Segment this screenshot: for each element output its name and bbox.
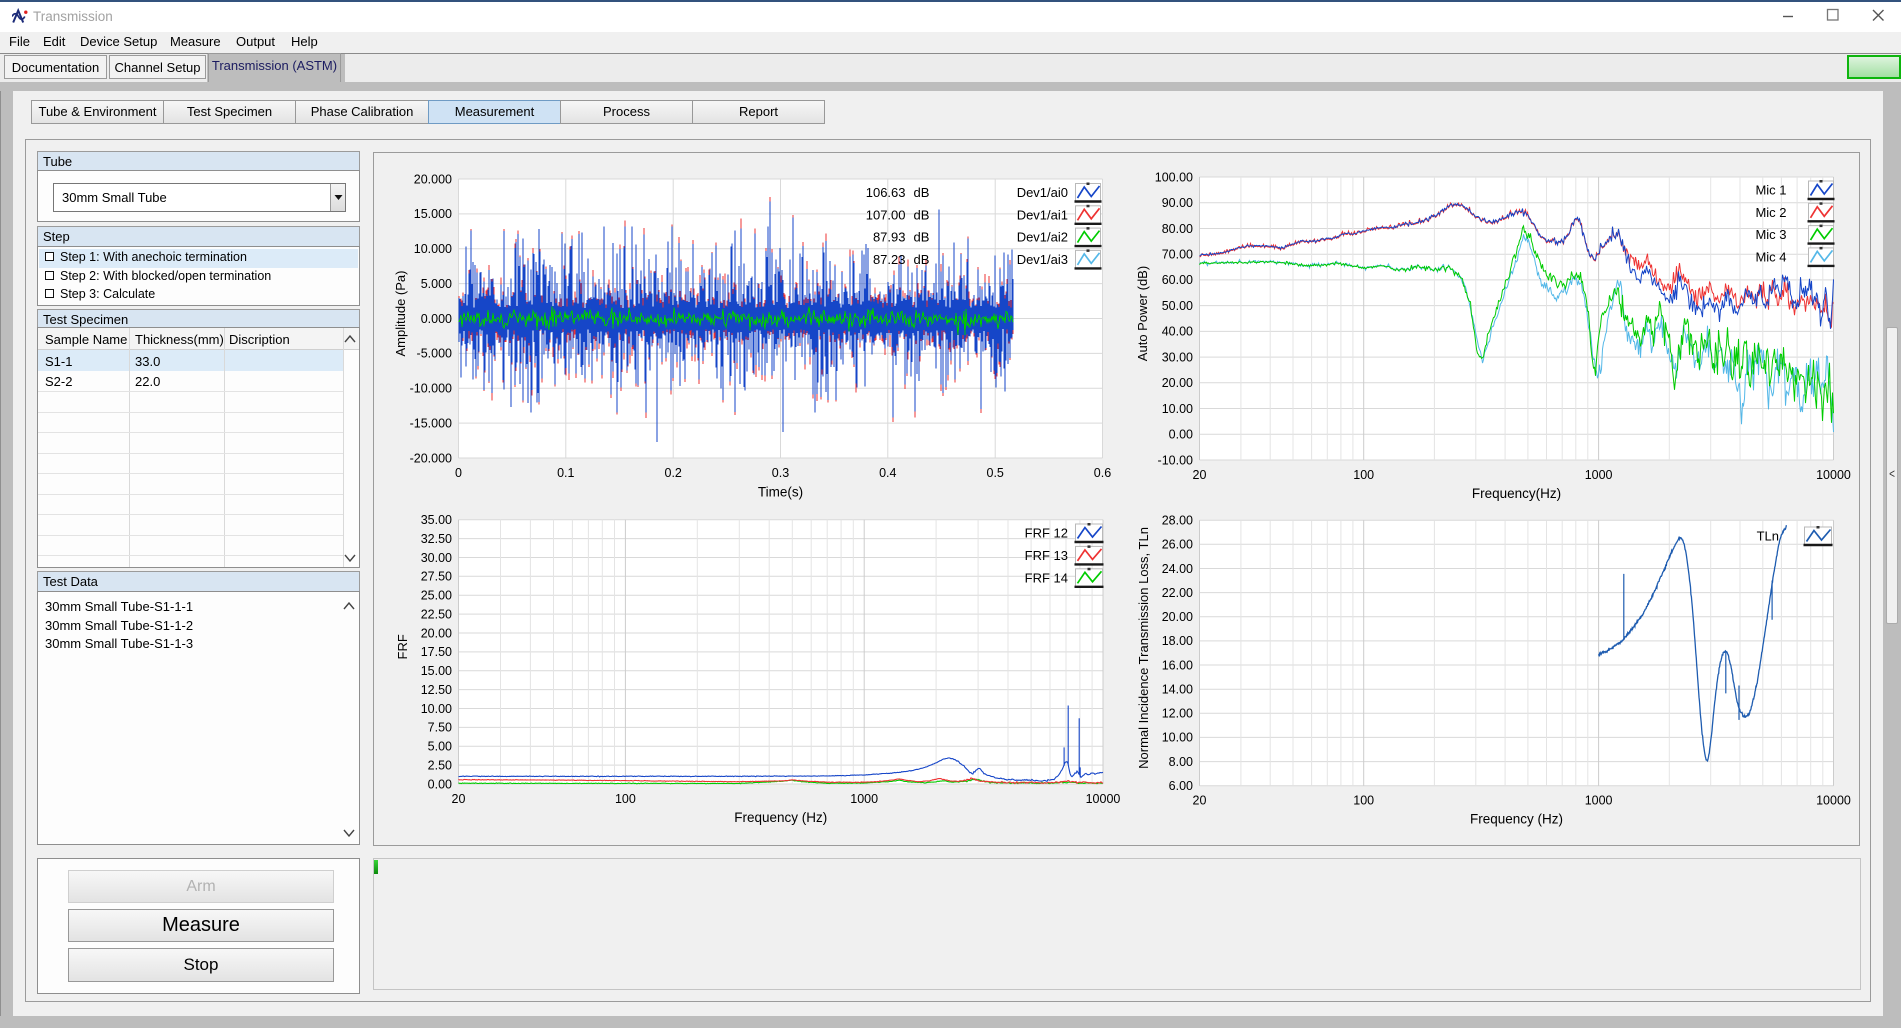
- svg-text:87.23: 87.23: [872, 252, 905, 267]
- svg-text:TLn: TLn: [1756, 529, 1778, 544]
- svg-text:50.00: 50.00: [1161, 299, 1192, 313]
- svg-text:10000: 10000: [1816, 468, 1851, 482]
- svg-text:dB: dB: [913, 185, 929, 200]
- svg-text:0: 0: [455, 466, 462, 480]
- svg-text:22.00: 22.00: [1161, 586, 1192, 600]
- svg-text:106.63: 106.63: [865, 185, 905, 200]
- svg-text:Frequency (Hz): Frequency (Hz): [1469, 812, 1562, 827]
- svg-text:20.00: 20.00: [1161, 610, 1192, 624]
- svg-text:10.00: 10.00: [1161, 731, 1192, 745]
- svg-text:-15.000: -15.000: [409, 416, 451, 430]
- svg-text:30.00: 30.00: [1161, 350, 1192, 364]
- svg-text:35.00: 35.00: [420, 513, 451, 527]
- svg-text:15.00: 15.00: [420, 664, 451, 678]
- svg-text:10000: 10000: [1816, 794, 1851, 808]
- svg-text:20.00: 20.00: [1161, 376, 1192, 390]
- svg-text:Mic 3: Mic 3: [1755, 227, 1786, 242]
- svg-text:-10.00: -10.00: [1157, 453, 1192, 467]
- svg-text:-10.000: -10.000: [409, 382, 451, 396]
- svg-text:0.3: 0.3: [771, 466, 788, 480]
- svg-text:2.50: 2.50: [427, 758, 451, 772]
- svg-text:Dev1/ai2: Dev1/ai2: [1016, 230, 1067, 245]
- svg-text:0.000: 0.000: [420, 312, 451, 326]
- svg-text:100: 100: [1353, 468, 1374, 482]
- svg-text:80.00: 80.00: [1161, 222, 1192, 236]
- svg-text:dB: dB: [913, 252, 929, 267]
- svg-text:0.2: 0.2: [664, 466, 681, 480]
- svg-text:Dev1/ai0: Dev1/ai0: [1016, 185, 1067, 200]
- svg-text:25.00: 25.00: [420, 589, 451, 603]
- svg-text:Frequency (Hz): Frequency (Hz): [734, 810, 827, 825]
- svg-text:70.00: 70.00: [1161, 248, 1192, 262]
- svg-text:20: 20: [1192, 794, 1206, 808]
- svg-text:dB: dB: [913, 207, 929, 222]
- svg-text:12.50: 12.50: [420, 683, 451, 697]
- svg-text:1000: 1000: [1584, 468, 1612, 482]
- svg-text:8.00: 8.00: [1168, 755, 1192, 769]
- svg-text:-5.000: -5.000: [416, 347, 451, 361]
- svg-text:32.50: 32.50: [420, 532, 451, 546]
- svg-text:28.00: 28.00: [1161, 514, 1192, 528]
- svg-text:22.50: 22.50: [420, 607, 451, 621]
- svg-text:60.00: 60.00: [1161, 273, 1192, 287]
- svg-text:10.000: 10.000: [413, 242, 451, 256]
- svg-text:90.00: 90.00: [1161, 196, 1192, 210]
- svg-text:1000: 1000: [850, 792, 878, 806]
- svg-text:FRF 13: FRF 13: [1024, 548, 1067, 563]
- svg-text:20.00: 20.00: [420, 626, 451, 640]
- svg-text:20.000: 20.000: [413, 172, 451, 186]
- svg-text:Amplitude (Pa): Amplitude (Pa): [393, 271, 408, 357]
- svg-text:0.4: 0.4: [879, 466, 896, 480]
- svg-text:10.00: 10.00: [1161, 402, 1192, 416]
- svg-text:87.93: 87.93: [872, 230, 905, 245]
- svg-text:Mic 1: Mic 1: [1755, 183, 1786, 198]
- svg-text:5.000: 5.000: [420, 277, 451, 291]
- svg-text:5.00: 5.00: [427, 740, 451, 754]
- svg-text:100: 100: [614, 792, 635, 806]
- svg-text:107.00: 107.00: [865, 207, 905, 222]
- svg-text:20: 20: [1192, 468, 1206, 482]
- svg-text:17.50: 17.50: [420, 645, 451, 659]
- svg-text:Time(s): Time(s): [757, 485, 802, 500]
- svg-text:27.50: 27.50: [420, 570, 451, 584]
- svg-text:Mic 4: Mic 4: [1755, 249, 1786, 264]
- svg-text:1000: 1000: [1584, 794, 1612, 808]
- svg-text:100.00: 100.00: [1154, 170, 1192, 184]
- svg-text:24.00: 24.00: [1161, 562, 1192, 576]
- svg-text:6.00: 6.00: [1168, 779, 1192, 793]
- svg-text:-20.000: -20.000: [409, 451, 451, 465]
- svg-text:0.00: 0.00: [1168, 428, 1192, 442]
- svg-text:100: 100: [1353, 794, 1374, 808]
- svg-text:Dev1/ai3: Dev1/ai3: [1016, 252, 1067, 267]
- svg-text:15.000: 15.000: [413, 207, 451, 221]
- svg-text:Normal Incidence Transmission: Normal Incidence Transmission Loss, TLn: [1136, 527, 1151, 769]
- svg-text:Frequency(Hz): Frequency(Hz): [1471, 486, 1560, 501]
- svg-text:Dev1/ai1: Dev1/ai1: [1016, 207, 1067, 222]
- svg-text:12.00: 12.00: [1161, 707, 1192, 721]
- svg-text:Auto Power (dB): Auto Power (dB): [1135, 266, 1150, 361]
- svg-text:20: 20: [451, 792, 465, 806]
- svg-text:0.00: 0.00: [427, 777, 451, 791]
- svg-text:0.6: 0.6: [1093, 466, 1110, 480]
- svg-text:0.1: 0.1: [557, 466, 574, 480]
- svg-text:30.00: 30.00: [420, 551, 451, 565]
- svg-text:14.00: 14.00: [1161, 683, 1192, 697]
- svg-text:FRF 14: FRF 14: [1024, 570, 1067, 585]
- svg-text:18.00: 18.00: [1161, 634, 1192, 648]
- svg-text:FRF: FRF: [395, 634, 410, 659]
- svg-text:FRF 12: FRF 12: [1024, 526, 1067, 541]
- svg-text:0.5: 0.5: [986, 466, 1003, 480]
- svg-text:dB: dB: [913, 230, 929, 245]
- svg-text:10.00: 10.00: [420, 702, 451, 716]
- svg-text:16.00: 16.00: [1161, 658, 1192, 672]
- svg-text:10000: 10000: [1085, 792, 1120, 806]
- svg-text:26.00: 26.00: [1161, 538, 1192, 552]
- svg-text:40.00: 40.00: [1161, 325, 1192, 339]
- svg-text:7.50: 7.50: [427, 721, 451, 735]
- svg-text:Mic 2: Mic 2: [1755, 205, 1786, 220]
